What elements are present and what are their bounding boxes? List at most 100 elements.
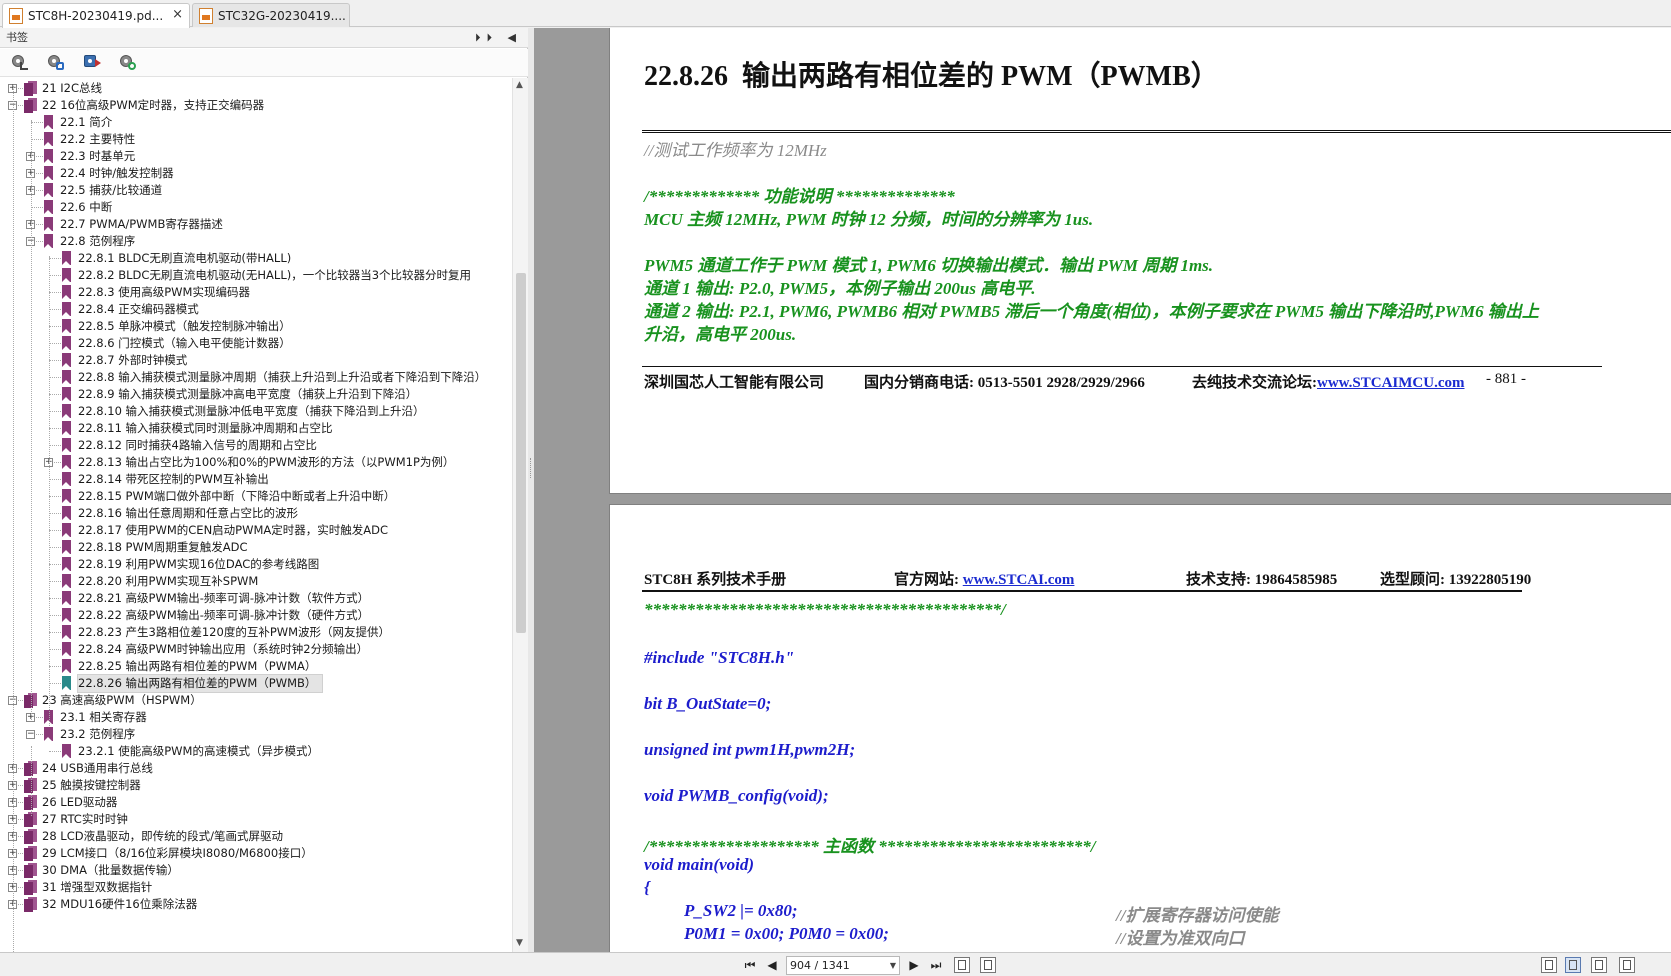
bookmark-item[interactable]: 22.8.1 BLDC无刷直流电机驱动(带HALL) <box>0 250 512 267</box>
bookmark-item[interactable]: 22.2 主要特性 <box>0 131 512 148</box>
forward-view-icon[interactable] <box>980 957 996 973</box>
bookmark-item[interactable]: +22.7 PWMA/PWMB寄存器描述 <box>0 216 512 233</box>
bookmark-item[interactable]: 22.8.2 BLDC无刷直流电机驱动(无HALL)，一个比较器当3个比较器分时… <box>0 267 512 284</box>
bookmark-goto-icon[interactable] <box>82 54 102 72</box>
bookmark-item[interactable]: 22.8.20 利用PWM实现互补SPWM <box>0 573 512 590</box>
site-link[interactable]: www.STCAI.com <box>963 572 1075 588</box>
bookmark-icon <box>62 421 71 435</box>
bookmark-item[interactable]: +26 LED驱动器 <box>0 794 512 811</box>
tree-guide-line <box>49 256 50 726</box>
bookmark-item[interactable]: +32 MDU16硬件16位乘除法器 <box>0 896 512 913</box>
tab-stc32g[interactable]: STC32G-20230419.... <box>192 3 350 27</box>
pdf-file-icon <box>9 8 23 24</box>
bookmark-item[interactable]: 22.8.5 单脉冲模式（触发控制脉冲输出） <box>0 318 512 335</box>
bookmark-item[interactable]: 22.8.12 同时捕获4路输入信号的周期和占空比 <box>0 437 512 454</box>
bookmark-item[interactable]: 22.8.9 输入捕获模式测量脉冲高电平宽度（捕获上升沿到下降沿） <box>0 386 512 403</box>
bookmark-label: 22.8.26 输出两路有相位差的PWM（PWMB） <box>76 674 324 693</box>
facing-view-icon[interactable] <box>1591 957 1607 973</box>
bookmark-item[interactable]: +31 增强型双数据指针 <box>0 879 512 896</box>
bookmark-label: 22.8.8 输入捕获模式测量脉冲周期（捕获上升沿到上升沿或者下降沿到下降沿） <box>78 370 487 384</box>
scrollbar-thumb[interactable] <box>516 273 526 633</box>
prev-page-icon[interactable]: ◀ <box>764 957 780 973</box>
bookmarks-scrollbar[interactable]: ▲ ▼ <box>512 78 528 952</box>
bookmark-item[interactable]: +22.3 时基单元 <box>0 148 512 165</box>
panel-collapse-icon[interactable]: ⏵⏵ ◀ <box>475 28 522 48</box>
scroll-down-icon[interactable]: ▼ <box>516 938 523 948</box>
forum-link[interactable]: www.STCAIMCU.com <box>1317 375 1465 391</box>
bookmark-item[interactable]: 22.8.24 高级PWM时钟输出应用（系统时钟2分频输出） <box>0 641 512 658</box>
last-page-icon[interactable]: ⏭ <box>928 957 944 973</box>
bookmark-item[interactable]: 23.2.1 使能高级PWM的高速模式（异步模式） <box>0 743 512 760</box>
bookmark-label: 21 I2C总线 <box>42 81 103 95</box>
code-line: //测试工作频率为 12MHz <box>644 141 827 160</box>
bookmark-item[interactable]: +22.5 捕获/比较通道 <box>0 182 512 199</box>
bookmark-item[interactable]: 22.8.6 门控模式（输入电平使能计数器） <box>0 335 512 352</box>
tab-stc8h[interactable]: STC8H-20230419.pd... × <box>2 3 190 28</box>
bookmark-item[interactable]: +27 RTC实时时钟 <box>0 811 512 828</box>
bookmark-item[interactable]: 22.8.15 PWM端口做外部中断（下降沿中断或者上升沿中断） <box>0 488 512 505</box>
continuous-facing-view-icon[interactable] <box>1619 957 1635 973</box>
continuous-view-icon[interactable] <box>1565 957 1581 973</box>
bookmark-item[interactable]: +25 触摸按键控制器 <box>0 777 512 794</box>
bookmark-item[interactable]: 22.8.26 输出两路有相位差的PWM（PWMB） <box>0 674 512 693</box>
bookmark-item[interactable]: 22.8.3 使用高级PWM实现编码器 <box>0 284 512 301</box>
bookmark-label: 22.8.15 PWM端口做外部中断（下降沿中断或者上升沿中断） <box>78 489 396 503</box>
expand-all-icon[interactable] <box>10 54 30 72</box>
bookmark-label: 22.8.9 输入捕获模式测量脉冲高电平宽度（捕获上升沿到下降沿） <box>78 387 418 401</box>
bookmark-item[interactable]: 22.8.21 高级PWM输出-频率可调-脉冲计数（软件方式） <box>0 590 512 607</box>
bookmark-icon <box>62 404 71 418</box>
bookmark-item[interactable]: 22.8.4 正交编码器模式 <box>0 301 512 318</box>
bookmark-item[interactable]: 22.8.11 输入捕获模式同时测量脉冲周期和占空比 <box>0 420 512 437</box>
bookmark-tree: +21 I2C总线 −22 16位高级PWM定时器，支持正交编码器 22.1 简介 2… <box>0 78 512 952</box>
tree-guide-line <box>31 120 32 720</box>
bookmark-item[interactable]: +23.1 相关寄存器 <box>0 709 512 726</box>
bookmark-item[interactable]: −22 16位高级PWM定时器，支持正交编码器 <box>0 97 512 114</box>
bookmark-item[interactable]: 22.6 中断 <box>0 199 512 216</box>
bookmark-item[interactable]: 22.8.25 输出两路有相位差的PWM（PWMA） <box>0 658 512 675</box>
bookmark-item[interactable]: 22.8.10 输入捕获模式测量脉冲低电平宽度（捕获下降沿到上升沿） <box>0 403 512 420</box>
bookmark-item[interactable]: 22.8.17 使用PWM的CEN启动PWMA定时器，实时触发ADC <box>0 522 512 539</box>
bookmark-item[interactable]: −23 高速高级PWM（HSPWM） <box>0 692 512 709</box>
bookmark-icon <box>44 183 53 197</box>
bookmark-search-icon[interactable] <box>118 54 138 72</box>
bookmark-item[interactable]: +22.8.13 输出占空比为100%和0%的PWM波形的方法（以PWM1P为例… <box>0 454 512 471</box>
bookmark-item[interactable]: +29 LCM接口（8/16位彩屏模块I8080/M6800接口） <box>0 845 512 862</box>
bookmark-icon <box>62 676 71 690</box>
bookmark-item[interactable]: +21 I2C总线 <box>0 80 512 97</box>
bookmark-item[interactable]: 22.8.23 产生3路相位差120度的互补PWM波形（网友提供） <box>0 624 512 641</box>
bookmark-label: 22.8.16 输出任意周期和任意占空比的波形 <box>78 506 299 520</box>
header-rule <box>642 590 1522 592</box>
bookmark-label: 23.2 范例程序 <box>60 727 136 741</box>
bookmark-item[interactable]: +22.4 时钟/触发控制器 <box>0 165 512 182</box>
scroll-up-icon[interactable]: ▲ <box>516 80 523 90</box>
next-page-icon[interactable]: ▶ <box>906 957 922 973</box>
single-page-view-icon[interactable] <box>1541 957 1557 973</box>
bookmark-icon <box>62 472 71 486</box>
bookmark-icon <box>24 880 38 895</box>
bookmark-item[interactable]: 22.8.18 PWM周期重复触发ADC <box>0 539 512 556</box>
close-icon[interactable]: × <box>172 7 183 22</box>
bookmark-item[interactable]: 22.8.16 输出任意周期和任意占空比的波形 <box>0 505 512 522</box>
bookmark-item[interactable]: +28 LCD液晶驱动，即传统的段式/笔画式屏驱动 <box>0 828 512 845</box>
first-page-icon[interactable]: ⏮ <box>742 957 758 973</box>
page-number-input[interactable]: 904 / 1341 ▼ <box>786 956 900 975</box>
bookmark-item[interactable]: 22.8.7 外部时钟模式 <box>0 352 512 369</box>
bookmark-item[interactable]: +30 DMA（批量数据传输） <box>0 862 512 879</box>
chevron-down-icon[interactable]: ▼ <box>890 957 896 974</box>
collapse-icon[interactable]: − <box>26 730 35 739</box>
bookmark-label: 27 RTC实时时钟 <box>42 812 128 826</box>
bookmark-item[interactable]: 22.1 简介 <box>0 114 512 131</box>
bookmark-item[interactable]: −22.8 范例程序 <box>0 233 512 250</box>
document-viewport[interactable]: 22.8.26 输出两路有相位差的 PWM（PWMB） //测试工作频率为 12… <box>534 28 1671 952</box>
tree-guide-line <box>13 86 14 952</box>
bookmark-item[interactable]: 22.8.14 带死区控制的PWM互补输出 <box>0 471 512 488</box>
bookmark-icon <box>62 370 71 384</box>
back-view-icon[interactable] <box>954 957 970 973</box>
bookmark-item[interactable]: +24 USB通用串行总线 <box>0 760 512 777</box>
bookmark-item[interactable]: 22.8.19 利用PWM实现16位DAC的参考线路图 <box>0 556 512 573</box>
code-line: 通道 2 输出: P2.1, PWM6, PWMB6 相对 PWMB5 滞后一个… <box>644 302 1539 321</box>
collapse-all-icon[interactable] <box>46 54 66 72</box>
bookmark-item[interactable]: − 23.2 范例程序 <box>0 726 512 743</box>
bookmark-item[interactable]: 22.8.22 高级PWM输出-频率可调-脉冲计数（硬件方式） <box>0 607 512 624</box>
bookmark-item[interactable]: 22.8.8 输入捕获模式测量脉冲周期（捕获上升沿到上升沿或者下降沿到下降沿） <box>0 369 512 386</box>
